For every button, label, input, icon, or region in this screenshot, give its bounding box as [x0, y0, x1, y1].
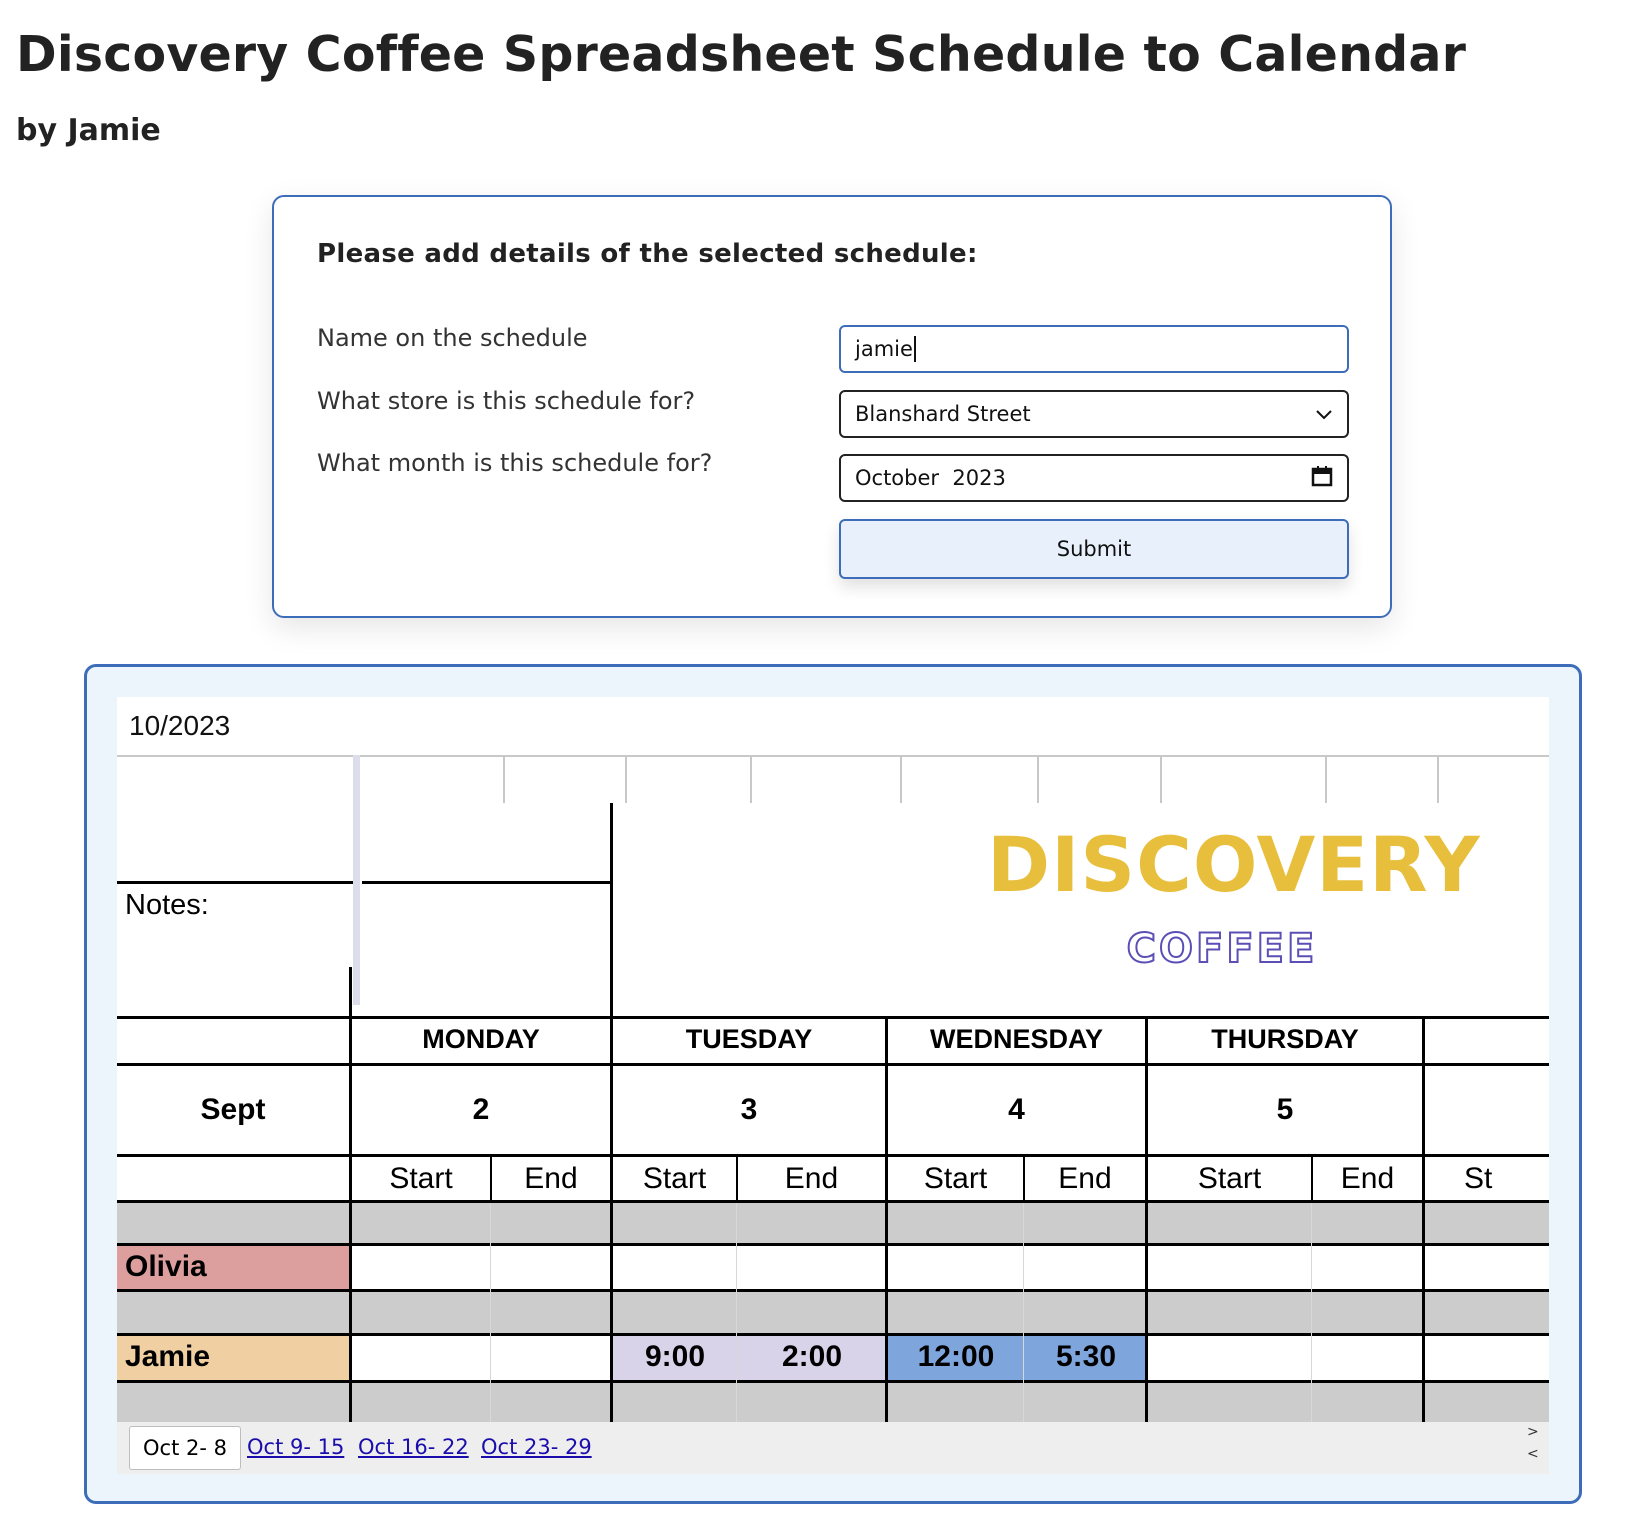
day-name-thursday: THURSDAY	[1211, 1024, 1359, 1054]
frozen-divider	[353, 755, 360, 1005]
chevron-down-icon	[1315, 402, 1333, 426]
separator-row	[117, 1203, 1549, 1243]
notes-right-top-border	[362, 881, 612, 884]
shift-end-wednesday: 5:30	[1055, 1340, 1117, 1373]
sheet-tab-oct-2-8[interactable]: Oct 2- 8	[129, 1426, 241, 1470]
employee-name-olivia: Olivia	[125, 1250, 207, 1283]
sheet-date: 10/2023	[129, 710, 231, 741]
calendar-icon[interactable]	[1311, 465, 1333, 492]
shift-start-wednesday: 12:00	[917, 1340, 995, 1373]
cell-line	[490, 1203, 491, 1423]
end-header-wednesday: End	[1058, 1162, 1112, 1195]
cell-line	[736, 1203, 737, 1423]
end-header-tuesday: End	[784, 1162, 839, 1195]
page-author: by Jamie	[16, 113, 161, 148]
col-line	[900, 757, 902, 803]
day-name-tuesday: TUESDAY	[685, 1024, 813, 1054]
sheet-tab-oct-23-29[interactable]: Oct 23- 29	[481, 1426, 592, 1468]
date-thursday: 5	[1276, 1093, 1294, 1126]
date-wednesday: 4	[1008, 1093, 1025, 1126]
start-header-thursday: Start	[1197, 1162, 1262, 1195]
sheet-tab-bar: Oct 2- 8 Oct 9- 15 Oct 16- 22 Oct 23- 29…	[117, 1422, 1549, 1474]
col-line	[750, 757, 752, 803]
submit-button[interactable]: Submit	[839, 519, 1349, 579]
form-heading: Please add details of the selected sched…	[317, 239, 978, 269]
day-border-thursday	[1145, 1016, 1148, 1423]
separator-row	[117, 1383, 1549, 1423]
col-line	[1160, 757, 1162, 803]
end-header-monday: End	[524, 1162, 578, 1195]
schedule-details-form: Please add details of the selected sched…	[272, 195, 1392, 618]
day-border-wednesday	[885, 1016, 888, 1423]
cell-line	[1311, 1203, 1312, 1423]
day-name-wednesday: WEDNESDAY	[929, 1024, 1104, 1054]
col-line	[503, 757, 505, 803]
col-line	[1037, 757, 1039, 803]
scroll-right-icon[interactable]: >	[1527, 1424, 1539, 1440]
sheet-tab-oct-9-15[interactable]: Oct 9- 15	[247, 1426, 344, 1468]
logo-coffee: COFFEE	[1126, 926, 1318, 972]
name-label: Name on the schedule	[317, 324, 588, 352]
schedule-preview-frame: 10/2023 Notes: DISCOVERY COFFEE Olivia J…	[84, 664, 1582, 1504]
notes-vertical-border	[610, 803, 613, 1017]
month-input-value: October 2023	[855, 466, 1006, 490]
start-header-wednesday: Start	[923, 1162, 988, 1195]
month-label: What month is this schedule for?	[317, 449, 713, 477]
store-select[interactable]: Blanshard Street	[839, 390, 1349, 438]
col-line	[1437, 757, 1439, 803]
notes-label: Notes:	[125, 889, 209, 921]
start-header-monday: Start	[389, 1162, 453, 1195]
separator-row	[117, 1292, 1549, 1333]
page-title: Discovery Coffee Spreadsheet Schedule to…	[16, 26, 1467, 83]
top-border	[117, 755, 1549, 757]
start-header-tuesday: Start	[642, 1162, 707, 1195]
row-border-startend	[117, 1154, 1549, 1157]
shift-end-tuesday: 2:00	[781, 1340, 843, 1373]
start-header-friday-partial: St	[1464, 1162, 1493, 1195]
scroll-left-icon[interactable]: <	[1527, 1446, 1539, 1462]
date-tuesday: 3	[740, 1093, 758, 1126]
row-border-days	[117, 1016, 1549, 1019]
sheet-tab-oct-16-22[interactable]: Oct 16- 22	[358, 1426, 469, 1468]
day-name-monday: MONDAY	[422, 1024, 540, 1054]
name-input[interactable]: jamie	[839, 325, 1349, 373]
month-input[interactable]: October 2023	[839, 454, 1349, 502]
month-cell: Sept	[200, 1093, 266, 1126]
logo-discovery: DISCOVERY	[987, 820, 1481, 909]
name-input-value: jamie	[855, 337, 913, 361]
col-line	[625, 757, 627, 803]
employee-name-jamie: Jamie	[125, 1340, 211, 1373]
spreadsheet-viewport[interactable]: 10/2023 Notes: DISCOVERY COFFEE Olivia J…	[117, 697, 1549, 1474]
cell-line	[1023, 1203, 1024, 1423]
store-label: What store is this schedule for?	[317, 387, 696, 415]
row-border-dates	[117, 1063, 1549, 1066]
notes-top-border	[117, 881, 353, 884]
shift-start-tuesday: 9:00	[644, 1340, 706, 1373]
day-border-tuesday	[610, 1016, 613, 1423]
col-line	[1325, 757, 1327, 803]
date-monday: 2	[472, 1093, 490, 1126]
text-cursor	[913, 336, 916, 362]
day-border-friday	[1422, 1016, 1425, 1423]
store-select-value: Blanshard Street	[855, 402, 1031, 426]
end-header-thursday: End	[1340, 1162, 1395, 1195]
